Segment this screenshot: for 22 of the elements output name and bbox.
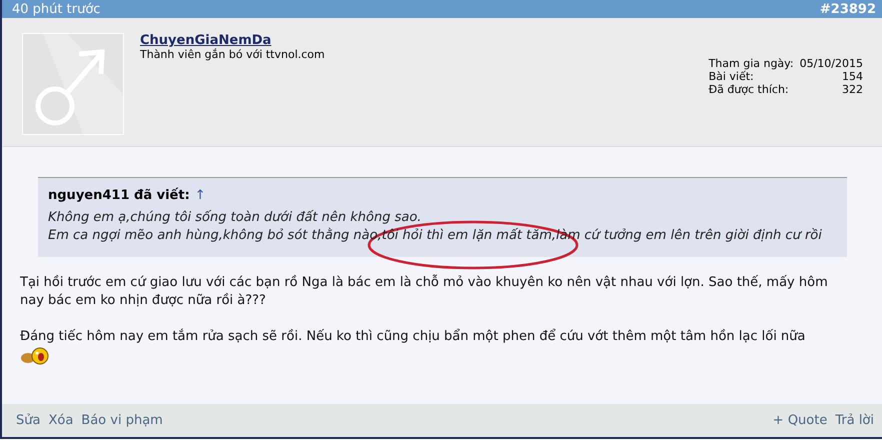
- stat-label: Tham gia ngày:: [708, 57, 794, 70]
- smiley-icon: [20, 347, 50, 365]
- username-link[interactable]: ChuyenGiaNemDa: [140, 33, 709, 48]
- avatar-male-icon: [22, 33, 124, 135]
- footer-link[interactable]: Báo vi phạm: [81, 413, 163, 428]
- footer-link[interactable]: Trả lời: [835, 413, 874, 428]
- quote-author: nguyen411 đã viết:: [48, 188, 190, 203]
- stat-value: 322: [841, 83, 863, 96]
- stat-label: Bài viết:: [708, 70, 755, 83]
- quote-source-link[interactable]: ↑: [194, 188, 206, 203]
- post-number[interactable]: #23892: [820, 2, 876, 16]
- user-title: Thành viên gắn bó với ttvnol.com: [140, 48, 326, 61]
- footer-link[interactable]: Sửa: [16, 413, 40, 428]
- footer-link[interactable]: Xóa: [48, 413, 74, 428]
- stat-label: Đã được thích:: [708, 83, 790, 96]
- footer-link[interactable]: + Quote: [772, 413, 828, 428]
- stat-value: 05/10/2015: [800, 57, 863, 70]
- quote-text: Không em ạ,chúng tôi sống toàn dưới đất nên không sao.: [48, 209, 422, 227]
- post-paragraph: Tại hồi trước em cứ giao lưu với các bạn rồ Nga là bác em là chỗ mỏ vào khuyên ko nên vật nhau với lợn. Sao thế, mấy hôm nay bác em ko nhịn được nữa rồi à???: [20, 274, 829, 310]
- post-time: 40 phút trước: [12, 2, 100, 16]
- stat-value: 154: [841, 70, 863, 83]
- post-paragraph: Đáng tiếc hôm nay em tắm rửa sạch sẽ rồi. Nếu ko thì cũng chịu bẩn một phen để cứu vớt thêm một tâm hồn lạc lối nữa: [20, 328, 806, 346]
